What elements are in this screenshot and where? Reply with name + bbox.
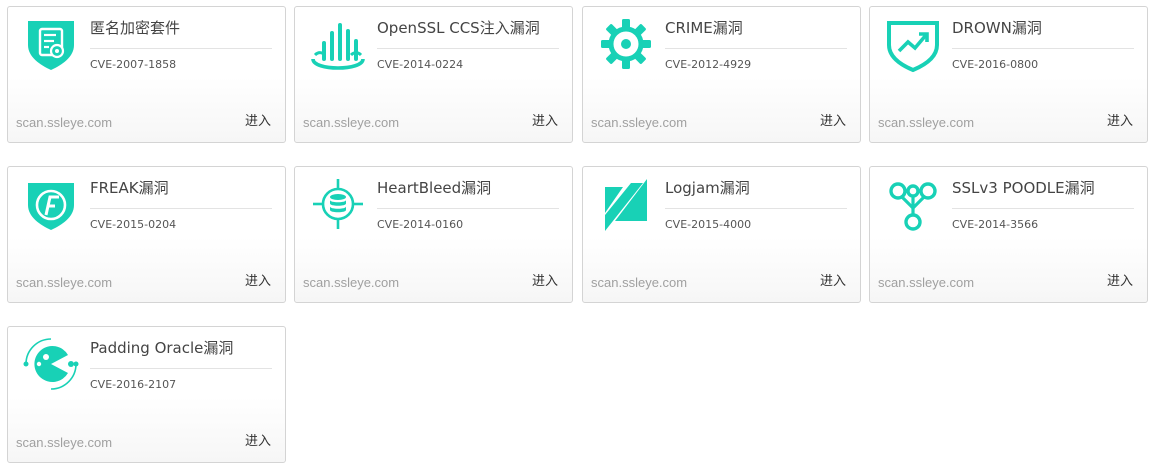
card-title: HeartBleed漏洞 — [377, 177, 559, 209]
site-label: scan.ssleye.com — [303, 115, 400, 130]
padding-oracle-icon — [22, 335, 80, 393]
vuln-card[interactable]: SSLv3 POODLE漏洞 CVE-2014-3566 scan.ssleye… — [869, 166, 1148, 303]
cve-id: CVE-2016-2107 — [90, 378, 177, 391]
cve-id: CVE-2014-3566 — [952, 218, 1039, 231]
cve-id: CVE-2014-0224 — [377, 58, 464, 71]
cve-id: CVE-2015-0204 — [90, 218, 177, 231]
site-label: scan.ssleye.com — [591, 115, 688, 130]
cve-id: CVE-2016-0800 — [952, 58, 1039, 71]
cve-id: CVE-2015-4000 — [665, 218, 752, 231]
site-label: scan.ssleye.com — [16, 115, 113, 130]
site-label: scan.ssleye.com — [16, 275, 113, 290]
logjam-slash-icon — [597, 175, 655, 233]
vuln-card[interactable]: CRIME漏洞 CVE-2012-4929 scan.ssleye.com 进入 — [582, 6, 861, 143]
vuln-card[interactable]: 匿名加密套件 CVE-2007-1858 scan.ssleye.com 进入 — [7, 6, 286, 143]
enter-link[interactable]: 进入 — [1107, 113, 1133, 131]
site-label: scan.ssleye.com — [591, 275, 688, 290]
enter-link[interactable]: 进入 — [245, 113, 271, 131]
shield-trend-icon — [884, 15, 942, 73]
vuln-card[interactable]: FREAK漏洞 CVE-2015-0204 scan.ssleye.com 进入 — [7, 166, 286, 303]
enter-link[interactable]: 进入 — [1107, 273, 1133, 291]
target-database-icon — [309, 175, 367, 233]
card-title: SSLv3 POODLE漏洞 — [952, 177, 1134, 209]
enter-link[interactable]: 进入 — [532, 273, 558, 291]
enter-link[interactable]: 进入 — [245, 433, 271, 451]
cve-id: CVE-2007-1858 — [90, 58, 177, 71]
card-title: CRIME漏洞 — [665, 17, 847, 49]
gear-icon — [597, 15, 655, 73]
site-label: scan.ssleye.com — [878, 275, 975, 290]
card-title: Padding Oracle漏洞 — [90, 337, 272, 369]
vuln-card[interactable]: OpenSSL CCS注入漏洞 CVE-2014-0224 scan.ssley… — [294, 6, 573, 143]
vuln-card[interactable]: HeartBleed漏洞 CVE-2014-0160 scan.ssleye.c… — [294, 166, 573, 303]
vuln-card[interactable]: Padding Oracle漏洞 CVE-2016-2107 scan.ssle… — [7, 326, 286, 463]
card-title: Logjam漏洞 — [665, 177, 847, 209]
vuln-card[interactable]: Logjam漏洞 CVE-2015-4000 scan.ssleye.com 进… — [582, 166, 861, 303]
nodes-tree-icon — [884, 175, 942, 233]
enter-link[interactable]: 进入 — [820, 113, 846, 131]
site-label: scan.ssleye.com — [303, 275, 400, 290]
card-title: 匿名加密套件 — [90, 17, 272, 49]
enter-link[interactable]: 进入 — [820, 273, 846, 291]
cve-id: CVE-2014-0160 — [377, 218, 464, 231]
site-label: scan.ssleye.com — [878, 115, 975, 130]
shield-f-icon — [22, 175, 80, 233]
card-title: DROWN漏洞 — [952, 17, 1134, 49]
site-label: scan.ssleye.com — [16, 435, 113, 450]
heartbeat-bars-icon — [309, 15, 367, 73]
cve-id: CVE-2012-4929 — [665, 58, 752, 71]
enter-link[interactable]: 进入 — [245, 273, 271, 291]
card-title: FREAK漏洞 — [90, 177, 272, 209]
enter-link[interactable]: 进入 — [532, 113, 558, 131]
card-title: OpenSSL CCS注入漏洞 — [377, 17, 559, 49]
vuln-card[interactable]: DROWN漏洞 CVE-2016-0800 scan.ssleye.com 进入 — [869, 6, 1148, 143]
shield-certificate-icon — [22, 15, 80, 73]
vulnerability-card-grid: 匿名加密套件 CVE-2007-1858 scan.ssleye.com 进入 … — [0, 0, 1155, 470]
